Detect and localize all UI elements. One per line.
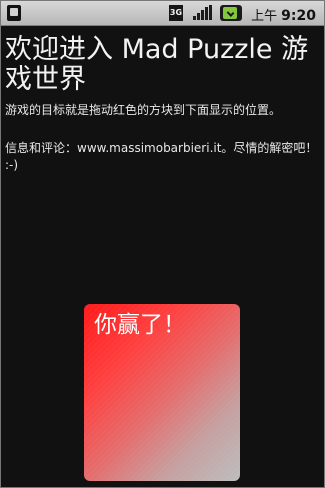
red-puzzle-piece[interactable]: 你赢了！ <box>84 304 240 481</box>
page-title: 欢迎进入 Mad Puzzle 游戏世界 <box>5 34 309 95</box>
sd-card-icon <box>7 5 21 21</box>
game-description: 游戏的目标就是拖动红色的方块到下面显示的位置。 <box>5 103 282 117</box>
clock-ampm: 上午 <box>251 9 278 24</box>
main-content: 欢迎进入 Mad Puzzle 游戏世界 游戏的目标就是拖动红色的方块到下面显示… <box>5 35 322 174</box>
network-badge: 3G <box>169 5 183 21</box>
win-message: 你赢了！ <box>94 312 186 338</box>
status-clock: 上午 9:20 <box>251 5 316 24</box>
info-reviews-text: 信息和评论：www.massimobarbieri.it。尽情的解密吧！ :-) <box>5 141 318 172</box>
status-bar: 3G 上午 9:20 <box>1 1 324 26</box>
signal-strength-icon <box>193 5 212 20</box>
battery-charging-icon <box>220 5 242 21</box>
app-screen: 3G 上午 9:20 欢迎进入 Mad Puzzle 游戏世界 游戏的目标就是拖… <box>0 0 325 488</box>
clock-time: 9:20 <box>281 8 316 24</box>
